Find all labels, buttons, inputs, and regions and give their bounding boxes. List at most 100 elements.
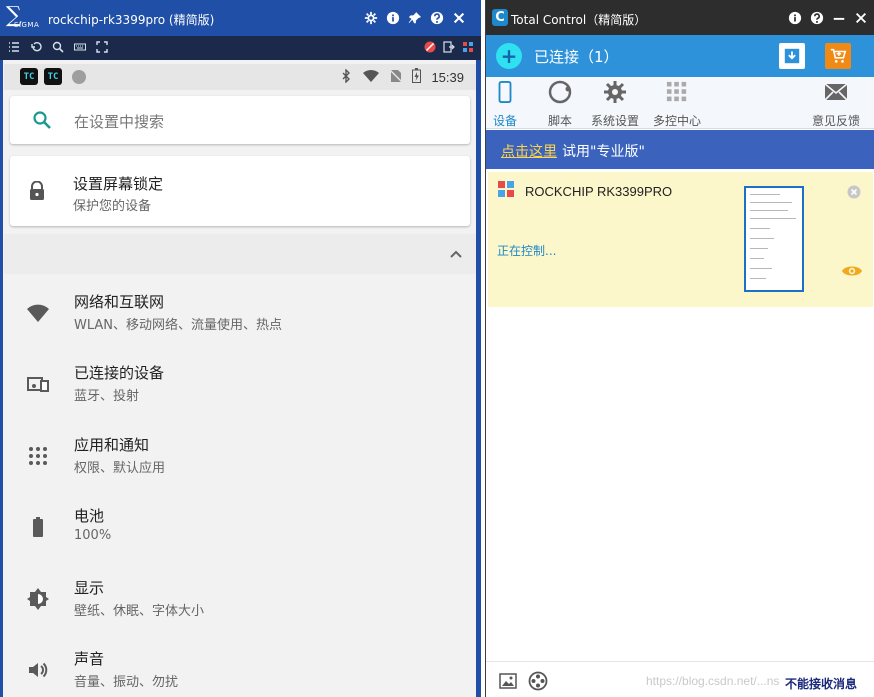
settings-item-title: 网络和互联网: [74, 293, 165, 311]
message-status[interactable]: 不能接收消息: [785, 675, 857, 692]
suggestions-collapse-row[interactable]: [4, 234, 476, 274]
tab-label: 脚本: [547, 114, 572, 128]
gear-icon: [602, 79, 628, 105]
film-reel-icon[interactable]: [528, 671, 548, 691]
status-time: 15:39: [431, 70, 464, 85]
settings-item-subtitle: 音量、振动、勿扰: [74, 674, 179, 690]
tab-label: 多控中心: [653, 114, 702, 128]
phone-toolbar: [0, 36, 481, 60]
android-status-bar: TC TC 15:39: [4, 64, 476, 90]
info-icon[interactable]: [787, 10, 803, 26]
download-button[interactable]: [779, 43, 805, 69]
search-icon: [32, 110, 52, 130]
apps-grid-icon: [24, 442, 52, 470]
pro-version-banner: 点击这里 试用"专业版": [486, 130, 874, 169]
settings-item-subtitle: 壁纸、休眠、字体大小: [74, 603, 205, 619]
search-placeholder: 在设置中搜索: [74, 113, 165, 131]
info-icon[interactable]: [385, 10, 401, 26]
tc-main-tabs: 设备 脚本 系统设置 多控中心 意见反馈: [486, 77, 874, 129]
add-device-button[interactable]: +: [496, 43, 522, 69]
refresh-icon[interactable]: [29, 40, 43, 54]
windows-logo-icon: [498, 181, 514, 197]
tab-label: 系统设置: [591, 114, 640, 128]
mail-icon: [823, 79, 849, 105]
gear-icon[interactable]: [363, 10, 379, 26]
eye-icon[interactable]: [841, 263, 863, 277]
try-pro-link[interactable]: 点击这里: [501, 141, 557, 161]
lock-icon: [28, 180, 46, 201]
device-screen-thumbnail[interactable]: [744, 186, 804, 292]
brightness-icon: [24, 585, 52, 613]
phone-mirror-window: ∑ SIGMA rockchip-rk3399pro (精简版) TC TC 1…: [0, 0, 481, 697]
battery-icon: [24, 513, 52, 541]
help-icon[interactable]: [429, 10, 445, 26]
tc-footer: https://blog.csdn.net/...ns 不能接收消息: [486, 661, 874, 697]
devices-icon: [24, 370, 52, 398]
settings-item-network[interactable]: 网络和互联网 WLAN、移动网络、流量使用、热点: [4, 279, 476, 350]
settings-list: 网络和互联网 WLAN、移动网络、流量使用、热点 已连接的设备 蓝牙、投射 应用…: [4, 279, 476, 697]
image-icon[interactable]: [499, 672, 517, 690]
help-icon[interactable]: [809, 10, 825, 26]
fullscreen-icon[interactable]: [95, 40, 109, 54]
tc-window-titlebar[interactable]: C Total Control（精简版）: [486, 0, 874, 35]
grid-icon: [664, 79, 690, 105]
settings-search-bar[interactable]: 在设置中搜索: [10, 96, 470, 144]
tab-system-settings[interactable]: 系统设置: [591, 79, 640, 128]
disabled-icon[interactable]: [423, 40, 437, 54]
settings-item-subtitle: 蓝牙、投射: [74, 389, 140, 405]
list-icon[interactable]: [7, 40, 21, 54]
tab-multi-control[interactable]: 多控中心: [653, 79, 702, 128]
settings-item-sound[interactable]: 声音 音量、振动、勿扰: [4, 636, 476, 697]
tab-feedback[interactable]: 意见反馈: [812, 79, 860, 128]
total-control-window: C Total Control（精简版） + 已连接（1） 设备 脚本 系统设置…: [485, 0, 874, 697]
exit-icon[interactable]: [442, 40, 456, 54]
pin-icon[interactable]: [407, 10, 423, 26]
promo-text: 试用"专业版": [562, 144, 645, 160]
sigma-logo-text: SIGMA: [14, 21, 40, 29]
settings-item-display[interactable]: 显示 壁纸、休眠、字体大小: [4, 565, 476, 636]
tc-window-title: Total Control（精简版）: [511, 13, 647, 27]
device-status: 正在控制...: [497, 244, 557, 258]
wifi-status-icon: [362, 69, 380, 87]
settings-item-title: 显示: [74, 578, 105, 597]
settings-item-subtitle: 权限、默认应用: [74, 460, 166, 476]
download-icon: [784, 48, 800, 64]
minimize-icon[interactable]: [831, 10, 847, 26]
store-button[interactable]: [825, 43, 851, 69]
no-sim-icon: [389, 68, 403, 87]
phone-window-titlebar[interactable]: ∑ SIGMA rockchip-rk3399pro (精简版): [0, 0, 481, 36]
keyboard-icon[interactable]: [73, 40, 87, 54]
settings-item-subtitle: 100%: [74, 528, 112, 544]
settings-item-title: 电池: [74, 507, 105, 526]
chevron-up-icon[interactable]: [448, 246, 464, 262]
close-icon[interactable]: [451, 10, 467, 26]
battery-status-icon: [412, 68, 422, 87]
sigma-logo: ∑ SIGMA: [6, 3, 44, 32]
tc-notification-icon: TC: [44, 68, 62, 85]
settings-item-title: 声音: [74, 649, 105, 668]
phone-icon: [492, 79, 518, 105]
volume-icon: [24, 656, 52, 684]
cart-icon: [830, 48, 847, 63]
close-icon[interactable]: [853, 10, 869, 26]
tab-devices[interactable]: 设备: [492, 79, 518, 128]
device-card[interactable]: ROCKCHIP RK3399PRO 正在控制...: [488, 172, 873, 307]
connected-count: 已连接（1）: [534, 48, 619, 66]
device-name: ROCKCHIP RK3399PRO: [525, 184, 673, 199]
lock-subtitle: 保护您的设备: [73, 199, 152, 214]
connection-bar: + 已连接（1）: [486, 35, 874, 77]
settings-item-subtitle: WLAN、移动网络、流量使用、热点: [74, 318, 283, 333]
notification-dot-icon: [72, 70, 86, 84]
settings-item-title: 已连接的设备: [74, 364, 165, 383]
wifi-icon: [24, 299, 52, 327]
screen-lock-suggestion[interactable]: 设置屏幕锁定 保护您的设备: [10, 156, 470, 226]
tab-scripts[interactable]: 脚本: [546, 79, 574, 128]
apps-icon[interactable]: [461, 40, 475, 54]
settings-item-connected-devices[interactable]: 已连接的设备 蓝牙、投射: [4, 350, 476, 421]
settings-item-apps[interactable]: 应用和通知 权限、默认应用: [4, 422, 476, 493]
search-icon[interactable]: [51, 40, 65, 54]
remove-device-icon[interactable]: [847, 184, 861, 199]
watermark-text: https://blog.csdn.net/...ns: [646, 674, 780, 688]
tc-notification-icon: TC: [20, 68, 38, 85]
settings-item-battery[interactable]: 电池 100%: [4, 493, 476, 564]
